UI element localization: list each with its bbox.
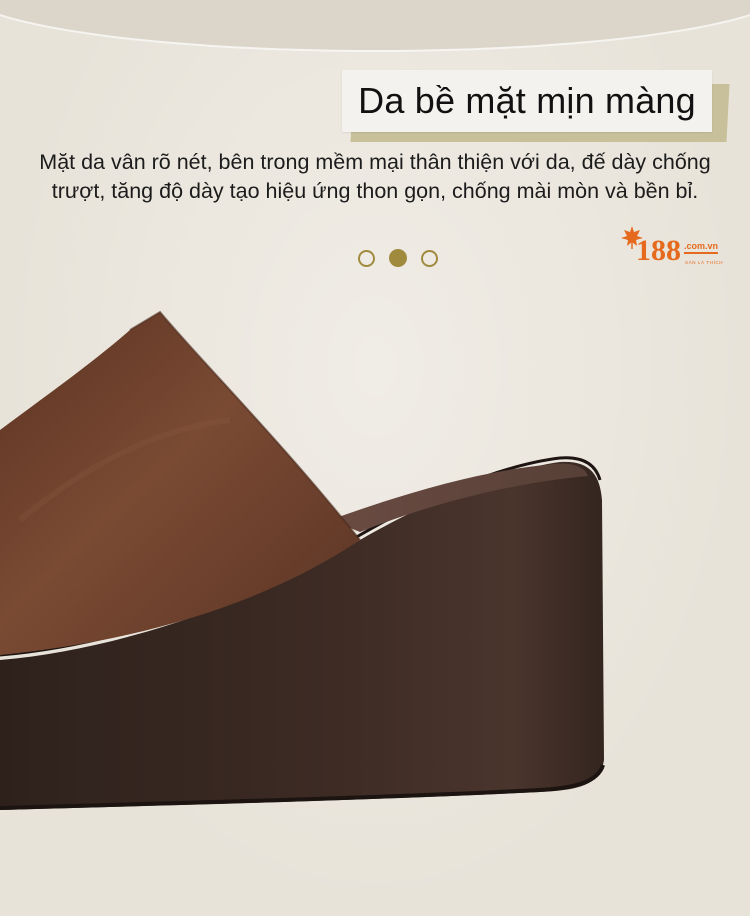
carousel-dot-active[interactable] [389,249,407,267]
carousel-indicators [358,248,448,268]
logo-domain: .com.vn [684,241,719,254]
product-banner: Da bề mặt mịn màng Mặt da vân rõ nét, bê… [0,0,750,916]
title-box: Da bề mặt mịn màng [342,70,712,132]
banner-description: Mặt da vân rõ nét, bên trong mềm mại thâ… [39,150,711,203]
logo-tagline: SĂN LÀ THÍCH [685,260,724,265]
brand-logo[interactable]: 188 .com.vn SĂN LÀ THÍCH [620,224,732,270]
carousel-dot[interactable] [358,249,375,267]
title-plate: Da bề mặt mịn màng [342,70,730,142]
logo-number: 188 [636,234,681,267]
banner-title: Da bề mặt mịn màng [358,80,696,121]
carousel-dot[interactable] [421,249,438,267]
